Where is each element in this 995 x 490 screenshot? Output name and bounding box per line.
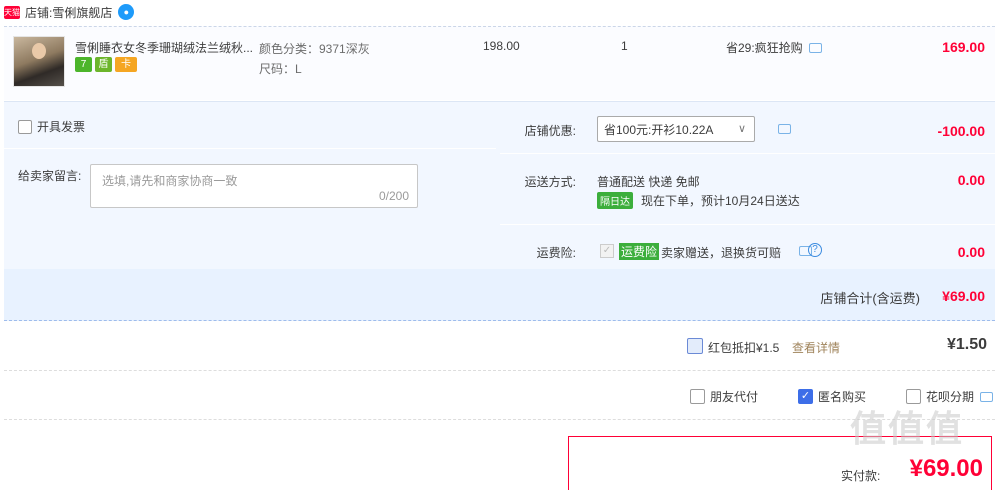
service-icons: 7 盾 卡 [75,57,137,72]
shop-total-label: 店铺合计(含运费) [820,291,920,306]
invoice-checkbox[interactable] [18,119,32,134]
insurance-text: 卖家赠送，退换货可赔 [661,246,782,260]
message-icon[interactable] [778,124,791,134]
invoice-option[interactable]: 开具发票 [18,118,85,135]
redpack-label: 红包抵扣¥1.5 [708,341,780,355]
shop-name-link[interactable]: 雪俐旗舰店 [52,4,112,21]
promotion-text: 省29:疯狂抢购 [726,41,803,55]
coupon-select[interactable]: 省100元:开衫10.22A ∨ [597,116,755,142]
coupon-selected: 省100元:开衫10.22A [604,122,714,137]
product-title[interactable]: 雪俐睡衣女冬季珊瑚绒法兰绒秋... [75,39,255,56]
insurance-tag: 运费险 [619,243,660,260]
memo-placeholder: 选填,请先和商家协商一致 [102,174,238,188]
payment-options-row: 朋友代付 ✓ 匿名购买 花呗分期 [4,372,995,420]
credit-card-icon[interactable]: 卡 [115,57,137,72]
next-day-badge: 隔日达 [597,192,633,209]
right-options: 店铺优惠: 省100元:开衫10.22A ∨ -100.00 运送方式: 普通配… [500,102,995,270]
guarantee-shield-icon[interactable]: 盾 [95,57,112,72]
sku-color: 颜色分类：9371深灰 [259,42,370,56]
redpack-checkbox[interactable] [687,338,703,354]
shop-total-amount: ¥69.00 [942,288,985,304]
shipping-eta-line: 隔日达 现在下单，预计10月24日送达 [597,192,800,209]
product-thumbnail[interactable] [13,36,65,87]
message-icon[interactable] [808,42,822,53]
coupon-label: 店铺优惠: [524,124,576,138]
coupon-amount: -100.00 [937,123,985,139]
redpack-details-link[interactable]: 查看详情 [792,339,840,356]
payment-amount: ¥69.00 [909,455,983,482]
memo-label: 给卖家留言: [18,169,82,183]
help-icon[interactable]: ? [808,243,822,257]
chevron-down-icon: ∨ [737,123,746,135]
insurance-row: 运费险: ✓ 运费险 卖家赠送，退换货可赔 ? 0.00 [500,226,995,270]
anonymous-checkbox[interactable]: ✓ [798,389,813,404]
item-subtotal: 169.00 [942,39,985,55]
order-detail-area: 开具发票 给卖家留言: 选填,请先和商家协商一致 0/200 店铺优惠: 省10… [4,101,995,270]
divider [4,148,496,149]
shop-label: 店铺: [25,5,53,20]
item-promotion: 省29:疯狂抢购 [726,39,822,56]
shipping-row: 运送方式: 普通配送 快递 免邮 隔日达 现在下单，预计10月24日送达 0.0… [500,155,995,225]
message-icon[interactable] [980,391,994,402]
redpack-amount: ¥1.50 [946,336,987,353]
redpack-row: 红包抵扣¥1.5 查看详情 ¥1.50 [4,322,995,371]
payment-label: 实付款: [841,469,881,483]
seven-day-return-icon[interactable]: 7 [75,57,92,72]
product-sku: 颜色分类：9371深灰 尺码：L [259,39,370,79]
shipping-method: 普通配送 快递 免邮 [597,175,700,189]
insurance-label: 运费险: [536,246,576,260]
friend-pay-label: 朋友代付 [710,390,759,404]
seller-memo-input[interactable]: 选填,请先和商家协商一致 0/200 [90,164,418,208]
friend-pay-option[interactable]: 朋友代付 [690,388,758,405]
memo-char-count: 0/200 [378,189,409,203]
insurance-amount: 0.00 [957,244,985,260]
invoice-label: 开具发票 [37,120,86,134]
chat-bubble-icon[interactable]: ● [118,4,135,20]
shipping-eta: 现在下单，预计10月24日送达 [641,194,800,208]
unit-price: 198.00 [483,39,520,53]
sku-size: 尺码：L [259,62,302,76]
tmall-badge: 天猫 [4,5,20,19]
order-item-row: 雪俐睡衣女冬季珊瑚绒法兰绒秋... 7 盾 卡 颜色分类：9371深灰 尺码：L… [4,26,995,100]
left-options: 开具发票 给卖家留言: 选填,请先和商家协商一致 0/200 [4,102,496,270]
shop-header: 天猫 店铺: 雪俐旗舰店 ● [0,0,995,24]
shipping-amount: 0.00 [957,172,985,188]
shop-total-row: 店铺合计(含运费) ¥69.00 [4,269,995,321]
shop-coupon-row: 店铺优惠: 省100元:开衫10.22A ∨ -100.00 [500,102,995,154]
shipping-label: 运送方式: [524,175,576,189]
quantity: 1 [621,39,628,53]
insurance-checkbox: ✓ [600,244,614,258]
site-watermark: 值值值 [850,408,965,449]
friend-pay-checkbox[interactable] [690,389,705,404]
